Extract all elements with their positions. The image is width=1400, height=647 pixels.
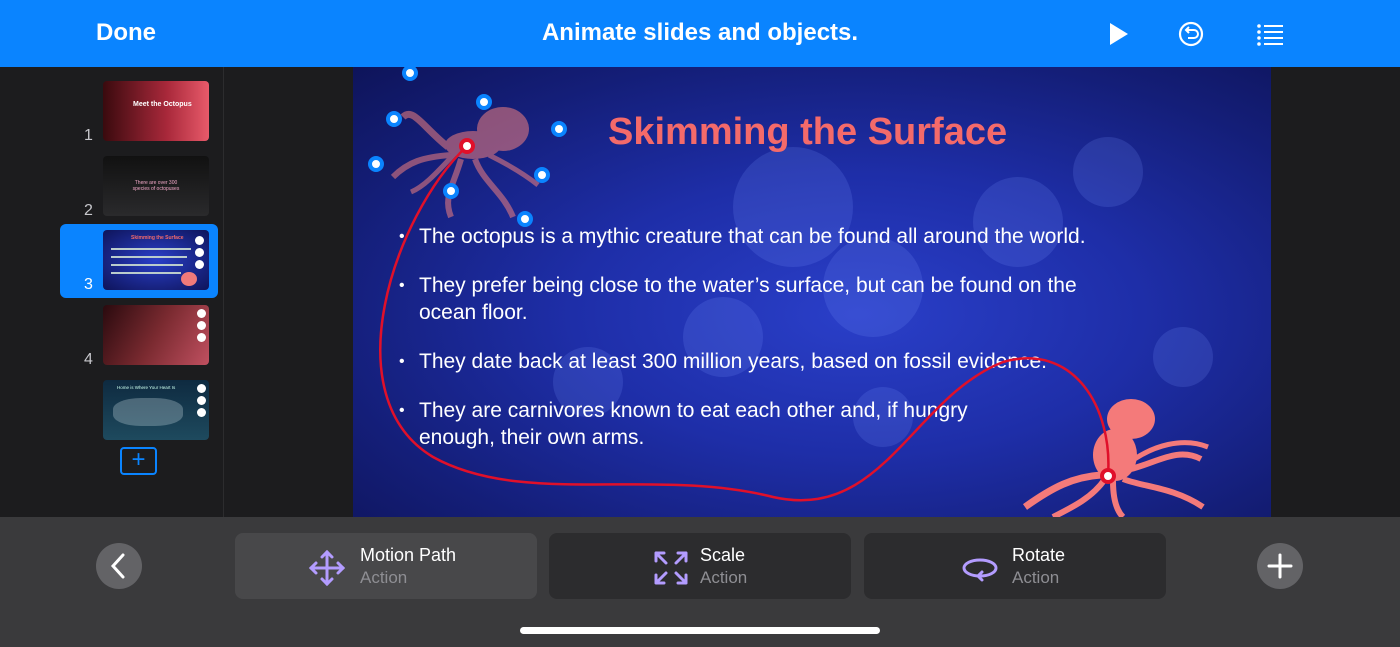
rotate-action[interactable]: Rotate Action	[864, 533, 1166, 599]
plus-icon	[1267, 553, 1293, 579]
slide-thumb-image: There are over 300 species of octopuses	[103, 156, 209, 216]
done-button[interactable]: Done	[96, 19, 156, 47]
add-action-button[interactable]	[1257, 543, 1303, 589]
slide-thumb-title: There are over 300 species of octopuses	[132, 180, 180, 192]
action-label: Scale	[700, 545, 746, 565]
chevron-left-icon	[110, 553, 125, 579]
slide-thumbnail-2[interactable]: 2 There are over 300 species of octopuse…	[60, 150, 218, 224]
path-start-point	[459, 138, 475, 154]
motion-path-curve	[379, 145, 1110, 502]
slide-thumb-title: Home is Where Your Heart Is	[117, 385, 176, 390]
slide-thumbnail-4[interactable]: 4	[60, 299, 218, 373]
scale-action[interactable]: Scale Action	[549, 533, 851, 599]
slide-thumb-image: Meet the Octopus	[103, 81, 209, 141]
slide-thumbnail-5[interactable]: Home is Where Your Heart Is	[60, 374, 218, 448]
slide-thumb-image: Home is Where Your Heart Is	[103, 380, 209, 440]
slide-thumbnail-1[interactable]: 1 Meet the Octopus	[60, 75, 218, 149]
slide-thumb-image: Skimming the Surface	[103, 230, 209, 290]
slide-thumb-title: Meet the Octopus	[133, 101, 192, 108]
octopus-image-end	[1022, 399, 1209, 517]
add-slide-button[interactable]: +	[120, 447, 157, 475]
slide-canvas[interactable]: Skimming the Surface The octopus is a my…	[353, 67, 1271, 517]
play-icon[interactable]	[1104, 20, 1132, 48]
slide-thumb-image	[103, 305, 209, 365]
action-sublabel: Action	[1012, 568, 1060, 587]
slide-number: 2	[84, 202, 93, 219]
slide-thumbnail-3[interactable]: 3 Skimming the Surface	[60, 224, 218, 298]
slide-number: 1	[84, 127, 93, 144]
action-label: Motion Path	[360, 545, 457, 565]
scale-icon	[654, 551, 688, 585]
action-sublabel: Action	[360, 568, 408, 587]
action-label: Rotate	[1012, 545, 1066, 565]
slide-number: 4	[84, 351, 93, 368]
slide-navigator: 1 Meet the Octopus 2 There are over 300 …	[0, 67, 224, 517]
slide-thumb-title: Skimming the Surface	[131, 235, 184, 241]
home-indicator[interactable]	[520, 627, 880, 634]
motion-path-layer	[368, 67, 1209, 517]
list-icon[interactable]	[1256, 20, 1284, 48]
rotate-icon	[962, 558, 998, 582]
top-toolbar: Done Animate slides and objects.	[0, 0, 1400, 67]
motion-path-action[interactable]: Motion Path Action	[235, 533, 537, 599]
action-sublabel: Action	[700, 568, 748, 587]
back-button[interactable]	[96, 543, 142, 589]
undo-icon[interactable]	[1177, 20, 1205, 48]
path-end-point	[1100, 468, 1116, 484]
slide-number: 3	[84, 276, 93, 293]
move-arrows-icon	[308, 549, 346, 587]
octopus-image-start	[390, 107, 540, 219]
